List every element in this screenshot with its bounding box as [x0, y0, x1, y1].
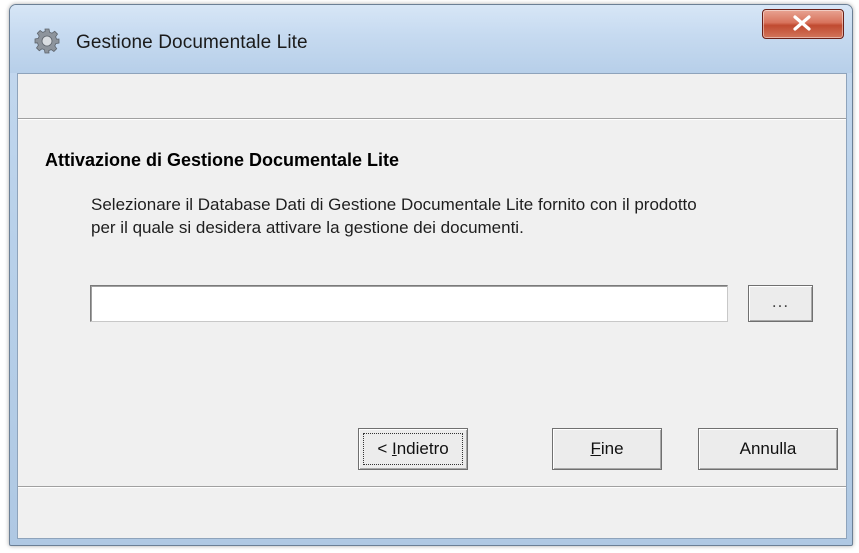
- description-text: Selezionare il Database Dati di Gestione…: [91, 193, 841, 239]
- dialog-body: Attivazione di Gestione Documentale Lite…: [17, 73, 847, 539]
- cancel-button[interactable]: Annulla: [698, 428, 838, 470]
- description-line-1: Selezionare il Database Dati di Gestione…: [91, 195, 697, 214]
- finish-button[interactable]: Fine: [552, 428, 662, 470]
- dialog-window: Gestione Documentale Lite Attivazione di…: [9, 4, 853, 546]
- browse-button[interactable]: ...: [748, 285, 813, 322]
- finish-button-label: ine: [600, 439, 624, 458]
- gear-icon: [34, 28, 60, 54]
- back-button[interactable]: < Indietro: [358, 428, 468, 470]
- header-strip: [18, 74, 846, 119]
- focus-rectangle: [363, 433, 463, 465]
- description-line-2: per il quale si desidera attivare la ges…: [91, 218, 524, 237]
- finish-button-mnemonic: F: [590, 439, 601, 458]
- section-title: Attivazione di Gestione Documentale Lite: [45, 150, 400, 170]
- database-path-input[interactable]: [90, 285, 728, 322]
- close-icon: [793, 15, 811, 31]
- title-bar[interactable]: Gestione Documentale Lite: [10, 5, 852, 73]
- close-button[interactable]: [762, 9, 844, 39]
- window-title: Gestione Documentale Lite: [76, 32, 308, 53]
- footer-separator: [18, 486, 846, 488]
